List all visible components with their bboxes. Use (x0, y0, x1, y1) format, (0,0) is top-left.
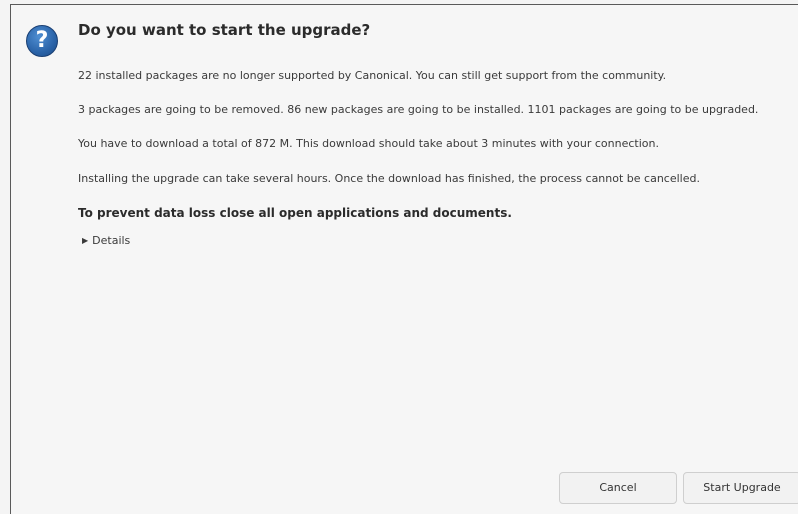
cancel-button[interactable]: Cancel (559, 472, 677, 504)
question-icon: ? (26, 25, 58, 57)
upgrade-duration-message: Installing the upgrade can take several … (78, 172, 700, 185)
expander-arrow-icon: ▶ (82, 236, 89, 245)
download-size-message: You have to download a total of 872 M. T… (78, 137, 659, 150)
dialog-title: Do you want to start the upgrade? (78, 21, 371, 39)
details-expander[interactable]: ▶ Details (82, 234, 130, 247)
data-loss-warning: To prevent data loss close all open appl… (78, 206, 512, 220)
question-icon-glyph: ? (35, 28, 49, 53)
package-changes-message: 3 packages are going to be removed. 86 n… (78, 103, 759, 116)
unsupported-packages-message: 22 installed packages are no longer supp… (78, 69, 667, 82)
details-label: Details (92, 234, 131, 247)
start-upgrade-button[interactable]: Start Upgrade (683, 472, 798, 504)
upgrade-dialog: ? Do you want to start the upgrade? 22 i… (10, 4, 798, 514)
